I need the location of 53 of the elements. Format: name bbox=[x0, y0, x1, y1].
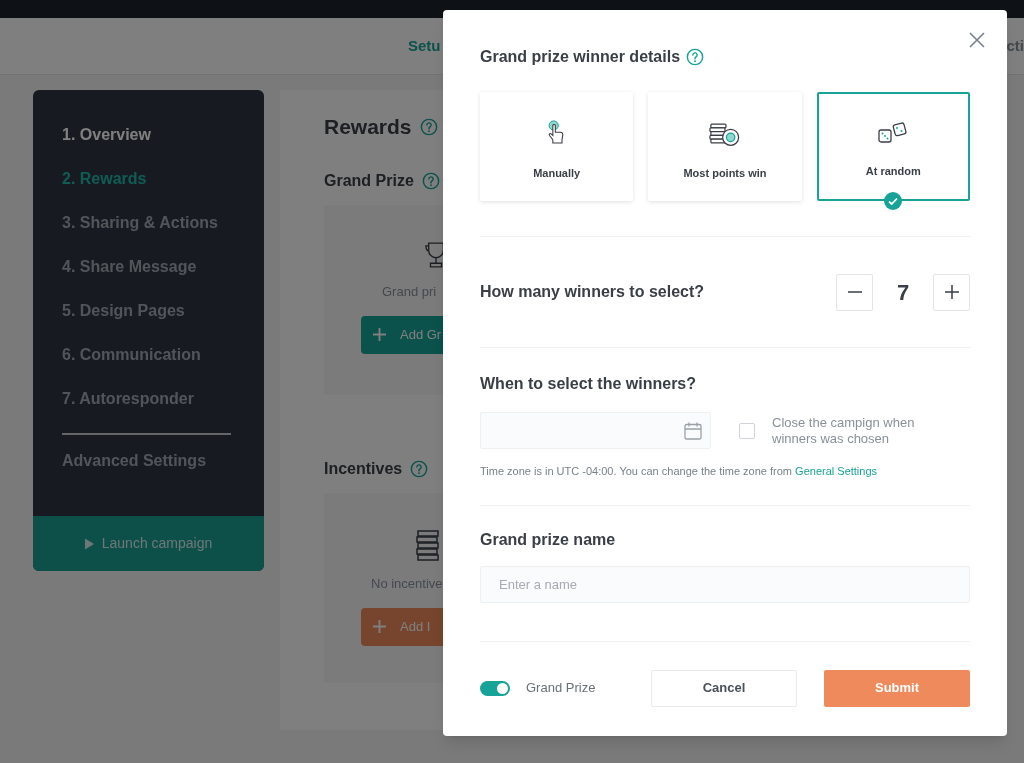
section-title: Grand prize name bbox=[480, 529, 617, 550]
help-icon[interactable] bbox=[686, 48, 705, 66]
option-card[interactable]: At random bbox=[816, 92, 970, 201]
sidebar-item[interactable]: 1. Overview bbox=[62, 123, 231, 147]
winners-label: How many winners to select? bbox=[480, 282, 705, 302]
plus-icon bbox=[373, 328, 386, 341]
toggle-switch[interactable] bbox=[480, 680, 510, 696]
checkbox-label: Close the campign when winners was chosen bbox=[772, 414, 916, 447]
general-settings-link[interactable]: General Settings bbox=[795, 465, 878, 477]
modal-title: Grand prize winner details bbox=[480, 47, 681, 67]
plus-icon bbox=[944, 285, 959, 299]
section-title: Incentives bbox=[324, 459, 403, 479]
sidebar-item[interactable]: 4. Share Message bbox=[62, 255, 231, 279]
option-card[interactable]: Manually bbox=[480, 92, 634, 201]
date-field[interactable] bbox=[480, 412, 711, 449]
help-icon[interactable] bbox=[410, 460, 429, 478]
sidebar-item[interactable]: 6. Communication bbox=[62, 343, 231, 367]
close-button[interactable] bbox=[969, 32, 985, 48]
plus-icon bbox=[373, 620, 386, 633]
play-icon bbox=[84, 537, 94, 550]
help-icon[interactable] bbox=[419, 118, 438, 136]
sidebar-item[interactable]: 7. Autoresponder bbox=[62, 387, 231, 411]
coin-stack-icon bbox=[416, 528, 440, 562]
sidebar-item[interactable]: 2. Rewards bbox=[62, 167, 231, 191]
page-title: Rewards bbox=[324, 114, 412, 141]
sidebar-item[interactable]: Advanced Settings bbox=[62, 449, 231, 473]
submit-button[interactable]: Submit bbox=[824, 669, 970, 707]
calendar-icon bbox=[684, 421, 702, 440]
name-input[interactable]: Enter a name bbox=[480, 565, 970, 603]
checkbox[interactable] bbox=[739, 422, 755, 439]
check-icon bbox=[884, 192, 903, 210]
add-button[interactable]: Add I bbox=[361, 607, 443, 646]
trophy-icon bbox=[425, 240, 443, 270]
winners-count: 7 bbox=[895, 278, 911, 307]
launch-campaign-button[interactable]: Launch campaign bbox=[33, 516, 264, 571]
increment-button[interactable] bbox=[933, 273, 970, 311]
close-icon bbox=[969, 32, 985, 48]
coin-stack-icon bbox=[709, 121, 741, 147]
timezone-note: Time zone is in UTC -04:00. You can change the time zone from General Settings bbox=[480, 464, 879, 479]
header-tab[interactable]: Setu bbox=[408, 34, 441, 58]
sidebar-item[interactable]: 5. Design Pages bbox=[62, 299, 231, 323]
decrement-button[interactable] bbox=[836, 273, 873, 311]
section-title: When to select the winners? bbox=[480, 374, 698, 394]
dice-icon bbox=[877, 120, 910, 145]
cancel-button[interactable]: Cancel bbox=[651, 669, 797, 707]
sidebar-item[interactable]: 3. Sharing & Actions bbox=[62, 211, 231, 235]
help-icon[interactable] bbox=[421, 172, 440, 190]
add-button[interactable]: Add Gr bbox=[361, 315, 443, 354]
option-card[interactable]: Most points win bbox=[648, 92, 802, 201]
minus-icon bbox=[847, 291, 862, 293]
toggle-label: Grand Prize bbox=[526, 679, 596, 698]
header-tab[interactable]: cti bbox=[1006, 34, 1024, 58]
section-title: Grand Prize bbox=[324, 171, 414, 191]
